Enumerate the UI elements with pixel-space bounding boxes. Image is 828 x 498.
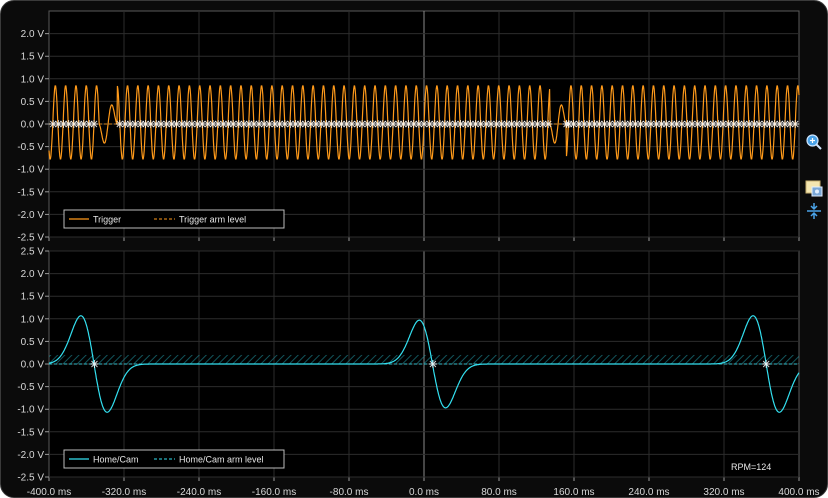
x-tick-label: 240.0 ms <box>628 487 669 497</box>
vertical-scale-icon[interactable] <box>805 202 823 220</box>
x-tick-label: 160.0 ms <box>553 487 594 497</box>
y-tick-label: 1.0 V <box>21 74 45 85</box>
trigger-marker <box>428 360 437 368</box>
y-tick-label: 1.5 V <box>21 52 45 63</box>
scope-window: 2.0 V 1.5 V 1.0 V 0.5 V 0.0 V -0.5 V -1.0 V -1.… <box>0 0 828 498</box>
x-tick-label: 400.0 ms <box>778 487 819 497</box>
hysteresis-band <box>49 354 799 364</box>
y-tick-label: 1.0 V <box>21 314 45 325</box>
x-tick-label: -400.0 ms <box>27 487 71 497</box>
y-tick-label: 1.5 V <box>21 292 45 303</box>
trigger-marker <box>791 120 800 128</box>
y-tick-label: 2.0 V <box>21 269 45 280</box>
trigger-marker <box>90 120 98 128</box>
scope-chart[interactable]: 2.0 V 1.5 V 1.0 V 0.5 V 0.0 V -0.5 V -1.0 V -1.… <box>1 1 827 497</box>
x-tick-label: -80.0 ms <box>330 487 369 497</box>
x-tick-label: -320.0 ms <box>102 487 146 497</box>
y-tick-label: -0.5 V <box>17 142 44 153</box>
trigger-marker <box>762 360 771 368</box>
y-tick-label: -1.5 V <box>17 187 44 198</box>
trigger-marker <box>90 360 99 368</box>
legend-label: Home/Cam arm level <box>179 455 264 465</box>
y-tick-label: -1.5 V <box>17 427 44 438</box>
x-tick-label: 0.0 ms <box>409 487 439 497</box>
y-tick-label: -1.0 V <box>17 165 44 176</box>
legend-label: Home/Cam <box>93 455 139 465</box>
x-tick-label: -240.0 ms <box>177 487 221 497</box>
rpm-readout: RPM=124 <box>731 462 772 472</box>
y-tick-label: -2.5 V <box>17 473 44 484</box>
legend-label: Trigger <box>93 215 121 225</box>
y-tick-label: -2.0 V <box>17 450 44 461</box>
zoom-icon[interactable] <box>805 133 823 151</box>
y-tick-label: -0.5 V <box>17 382 44 393</box>
legend-label: Trigger arm level <box>179 215 246 225</box>
y-tick-label: -2.0 V <box>17 210 44 221</box>
y-tick-label: 2.5 V <box>21 247 45 258</box>
y-tick-label: 2.0 V <box>21 29 45 40</box>
y-tick-label: -1.0 V <box>17 405 44 416</box>
panel-1 <box>45 10 800 241</box>
y-tick-label: 0.0 V <box>21 120 45 131</box>
x-tick-label: 80.0 ms <box>481 487 517 497</box>
snapshot-icon[interactable] <box>805 179 823 197</box>
x-tick-label: -160.0 ms <box>252 487 296 497</box>
y-tick-label: 0.5 V <box>21 97 45 108</box>
y-tick-label: 0.0 V <box>21 360 45 371</box>
y-tick-label: 0.5 V <box>21 337 45 348</box>
panel-2 <box>45 250 800 481</box>
y-tick-label: -2.5 V <box>17 233 44 244</box>
trigger-marker <box>544 120 553 128</box>
x-tick-label: 320.0 ms <box>703 487 744 497</box>
scope-frame: 2.0 V 1.5 V 1.0 V 0.5 V 0.0 V -0.5 V -1.0 V -1.… <box>0 0 828 498</box>
